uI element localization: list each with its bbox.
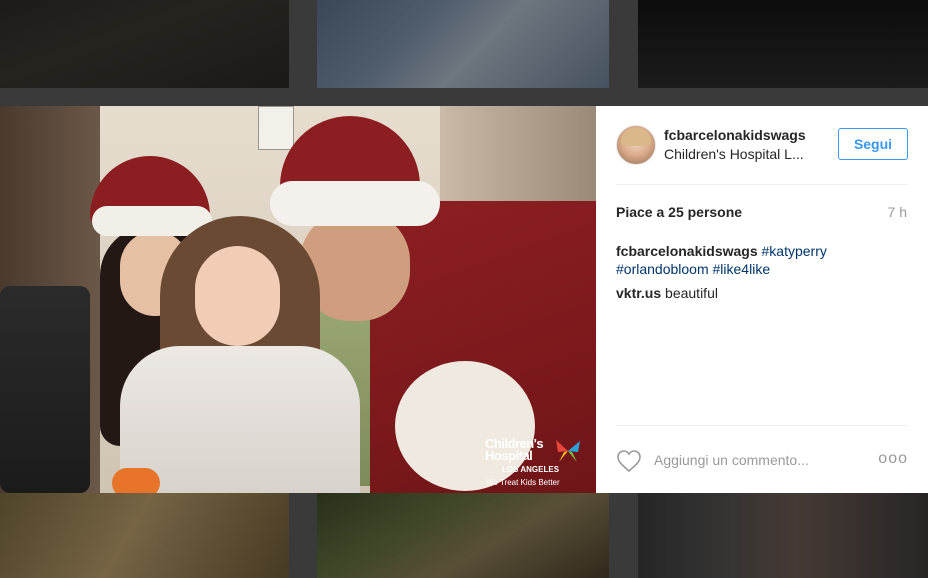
grid-thumbnail[interactable] xyxy=(638,0,928,88)
logo-city: LOS ANGELES xyxy=(502,465,560,474)
likes-count[interactable]: Piace a 25 persone xyxy=(616,204,742,220)
post-sidebar: fcbarcelonakidswags Children's Hospital … xyxy=(596,106,928,493)
logo-tagline: We Treat Kids Better xyxy=(486,478,560,487)
childrens-hospital-logo: Children's Hospital LOS ANGELES We Treat… xyxy=(482,434,582,492)
caption-username[interactable]: fcbarcelonakidswags xyxy=(616,243,758,259)
hashtag-link[interactable]: #orlandobloom xyxy=(616,261,709,277)
grid-thumbnail[interactable] xyxy=(0,493,289,578)
post-location[interactable]: Children's Hospital L... xyxy=(664,146,814,162)
add-comment-bar: ooo xyxy=(616,425,908,494)
post-modal: Children's Hospital LOS ANGELES We Treat… xyxy=(0,106,928,493)
hashtag-link[interactable]: #katyperry xyxy=(762,243,827,259)
comment-input[interactable] xyxy=(654,450,874,470)
photo-hospital-gown xyxy=(120,346,360,493)
logo-name-line2: Hospital xyxy=(485,448,533,463)
post-time[interactable]: 7 h xyxy=(888,204,907,220)
heart-icon[interactable] xyxy=(616,449,642,473)
dim-overlay xyxy=(317,0,609,88)
photo-girl-face xyxy=(195,246,280,346)
dim-overlay xyxy=(638,493,928,578)
comment-username[interactable]: vktr.us xyxy=(616,285,661,301)
grid-thumbnail[interactable] xyxy=(0,0,289,88)
comment-item: vktr.us beautiful xyxy=(616,285,718,301)
grid-thumbnail[interactable] xyxy=(317,0,609,88)
avatar[interactable] xyxy=(616,125,656,165)
photo-santa-hat-trim xyxy=(270,181,440,226)
logo-name: Children's Hospital xyxy=(485,437,555,463)
post-username[interactable]: fcbarcelonakidswags xyxy=(664,127,806,143)
post-header: fcbarcelonakidswags Children's Hospital … xyxy=(616,106,908,185)
dim-overlay xyxy=(638,0,928,88)
dim-overlay xyxy=(317,493,609,578)
grid-thumbnail[interactable] xyxy=(317,493,609,578)
butterfly-icon xyxy=(556,440,580,462)
hashtag-link[interactable]: #like4like xyxy=(713,261,771,277)
post-photo[interactable]: Children's Hospital LOS ANGELES We Treat… xyxy=(0,106,596,493)
photo-wall-sign xyxy=(258,106,294,150)
follow-button[interactable]: Segui xyxy=(838,128,908,160)
photo-orange xyxy=(112,468,160,493)
dim-overlay xyxy=(0,493,289,578)
avatar-hair xyxy=(621,128,651,146)
comment-text: beautiful xyxy=(665,285,718,301)
photo-wheelchair xyxy=(0,286,90,493)
grid-thumbnail[interactable] xyxy=(638,493,928,578)
more-options-icon[interactable]: ooo xyxy=(878,450,908,468)
dim-overlay xyxy=(0,0,289,88)
post-caption: fcbarcelonakidswags #katyperry #orlandob… xyxy=(616,242,846,278)
